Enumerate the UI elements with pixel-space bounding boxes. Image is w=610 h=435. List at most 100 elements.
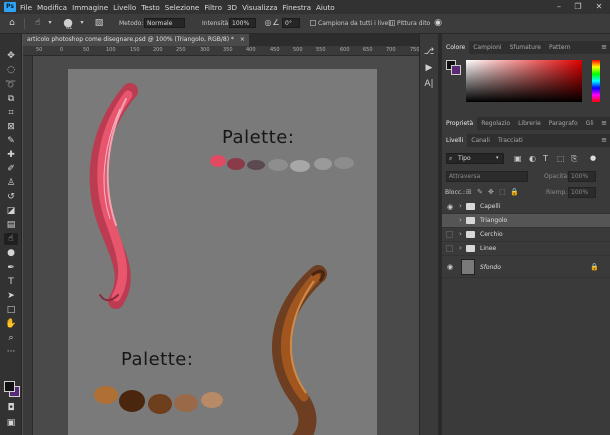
menu-testo[interactable]: Testo: [141, 3, 160, 12]
filter-adjustment-icon[interactable]: ◐: [529, 154, 536, 163]
menu-visualizza[interactable]: Visualizza: [242, 3, 277, 12]
chevron-right-icon[interactable]: ›: [459, 202, 462, 210]
rectangle-tool-icon[interactable]: □: [4, 304, 18, 316]
visibility-toggle[interactable]: [446, 217, 453, 224]
panel-menu-icon[interactable]: ≡: [601, 117, 607, 130]
frame-tool-icon[interactable]: ⊠: [4, 121, 18, 133]
eyedropper-tool-icon[interactable]: ✎: [4, 135, 18, 147]
tab-tracciati[interactable]: Tracciati: [494, 134, 527, 147]
tab-pattern[interactable]: Pattern: [545, 41, 575, 54]
close-tab-icon[interactable]: ×: [240, 36, 245, 43]
pressure-size-icon[interactable]: ◉: [432, 17, 444, 29]
layer-row-triangolo[interactable]: › Triangolo: [442, 214, 610, 228]
history-panel-icon[interactable]: ⎇: [423, 46, 435, 58]
filter-smart-object-icon[interactable]: ⎘: [571, 154, 577, 164]
tab-glifi[interactable]: Gli: [582, 117, 598, 130]
minimize-button[interactable]: –: [552, 1, 566, 13]
color-background-swatch[interactable]: [451, 65, 461, 75]
tab-livelli[interactable]: Livelli: [442, 134, 468, 147]
panel-menu-icon[interactable]: ≡: [601, 41, 607, 54]
eye-icon[interactable]: ◉: [446, 203, 454, 211]
brush-tool-icon[interactable]: ✐: [4, 163, 18, 175]
intensity-field[interactable]: 100%: [229, 18, 256, 28]
opacity-field[interactable]: 100%: [568, 171, 596, 182]
chevron-right-icon[interactable]: ›: [459, 230, 462, 238]
document-tab[interactable]: articolo photoshop come disegnare.psd @ …: [23, 34, 249, 46]
tab-campioni[interactable]: Campioni: [469, 41, 505, 54]
panel-menu-icon[interactable]: ≡: [601, 134, 607, 147]
menu-livello[interactable]: Livello: [113, 3, 136, 12]
hand-tool-icon[interactable]: ✋: [4, 318, 18, 330]
layer-row-capelli[interactable]: ◉ › Capelli: [442, 200, 610, 214]
chevron-down-icon[interactable]: ▾: [44, 17, 56, 29]
angle-icon[interactable]: ∠: [270, 17, 282, 29]
filter-shape-icon[interactable]: ⬚: [557, 154, 565, 163]
canvas-workspace[interactable]: Palette: Palette:: [33, 56, 438, 435]
visibility-toggle[interactable]: [446, 231, 453, 238]
menu-modifica[interactable]: Modifica: [37, 3, 67, 12]
dodge-tool-icon[interactable]: ●: [4, 247, 18, 259]
menu-3d[interactable]: 3D: [227, 3, 237, 12]
chevron-down-icon[interactable]: ▾: [76, 17, 88, 29]
lock-icon[interactable]: 🔒: [590, 263, 599, 271]
move-tool-icon[interactable]: ✥: [4, 50, 18, 62]
blend-mode-select[interactable]: Attraversa: [446, 171, 528, 182]
tab-librerie[interactable]: Librerie: [514, 117, 545, 130]
marquee-tool-icon[interactable]: ◌: [4, 64, 18, 76]
hue-slider[interactable]: [592, 60, 600, 102]
menu-filtro[interactable]: Filtro: [204, 3, 222, 12]
lock-transparent-icon[interactable]: ⊞: [466, 188, 472, 196]
zoom-tool-icon[interactable]: ⌕: [4, 332, 18, 344]
lock-pixels-icon[interactable]: ✎: [477, 188, 483, 196]
finger-painting-checkbox[interactable]: [389, 20, 395, 26]
lasso-tool-icon[interactable]: ➰: [4, 79, 18, 91]
pen-tool-icon[interactable]: ✒: [4, 262, 18, 274]
actions-panel-icon[interactable]: ▶: [423, 62, 435, 74]
foreground-color-swatch[interactable]: [4, 381, 15, 392]
angle-field[interactable]: 0°: [282, 18, 300, 28]
color-picker-field[interactable]: [466, 60, 582, 102]
restore-button[interactable]: ❐: [571, 1, 585, 13]
filter-toggle-icon[interactable]: ●: [590, 154, 596, 162]
eraser-tool-icon[interactable]: ◪: [4, 205, 18, 217]
fill-field[interactable]: 100%: [568, 187, 596, 198]
brush-settings-icon[interactable]: ▧: [93, 17, 105, 29]
filter-pixel-icon[interactable]: ▣: [514, 154, 522, 163]
sample-all-layers-checkbox[interactable]: [310, 20, 316, 26]
menu-finestra[interactable]: Finestra: [283, 3, 312, 12]
path-selection-tool-icon[interactable]: ➤: [4, 290, 18, 302]
layer-row-sfondo[interactable]: ◉ Sfondo 🔒: [442, 256, 610, 278]
more-tools-icon[interactable]: ···: [4, 346, 18, 358]
chevron-right-icon[interactable]: ›: [459, 216, 462, 224]
crop-tool-icon[interactable]: ⌗: [4, 107, 18, 119]
smudge-tool-icon[interactable]: ☝: [4, 233, 18, 245]
menu-aiuto[interactable]: Aiuto: [316, 3, 335, 12]
menu-selezione[interactable]: Selezione: [165, 3, 200, 12]
layer-row-linee[interactable]: › Linee: [442, 242, 610, 256]
menu-file[interactable]: File: [20, 3, 32, 12]
tab-regolazioni[interactable]: Regolazio: [477, 117, 514, 130]
chevron-right-icon[interactable]: ›: [459, 244, 462, 252]
tab-colore[interactable]: Colore: [442, 41, 470, 54]
screen-mode-icon[interactable]: ▣: [4, 417, 18, 429]
visibility-toggle[interactable]: [446, 245, 453, 252]
tab-proprieta[interactable]: Proprietà: [442, 117, 478, 130]
close-button[interactable]: ✕: [592, 1, 606, 13]
quick-selection-tool-icon[interactable]: ⧉: [4, 93, 18, 105]
character-panel-icon[interactable]: A|: [423, 78, 435, 90]
tab-canali[interactable]: Canali: [467, 134, 494, 147]
history-brush-tool-icon[interactable]: ↺: [4, 191, 18, 203]
clone-stamp-tool-icon[interactable]: ♙: [4, 177, 18, 189]
filter-type-icon[interactable]: T: [543, 154, 548, 163]
quick-mask-icon[interactable]: ◘: [4, 402, 18, 414]
layer-filter-select[interactable]: ⌕ Tipo ▾: [446, 153, 504, 164]
healing-brush-tool-icon[interactable]: ✚: [4, 149, 18, 161]
lock-all-icon[interactable]: 🔒: [510, 188, 519, 196]
tab-sfumature[interactable]: Sfumature: [506, 41, 545, 54]
layer-row-cerchio[interactable]: › Cerchio: [442, 228, 610, 242]
smudge-tool-preset-icon[interactable]: ☝: [32, 17, 44, 29]
type-tool-icon[interactable]: T: [4, 276, 18, 288]
mode-select[interactable]: Normale: [144, 18, 185, 28]
tab-paragrafo[interactable]: Paragrafo: [545, 117, 582, 130]
lock-position-icon[interactable]: ✥: [488, 188, 494, 196]
